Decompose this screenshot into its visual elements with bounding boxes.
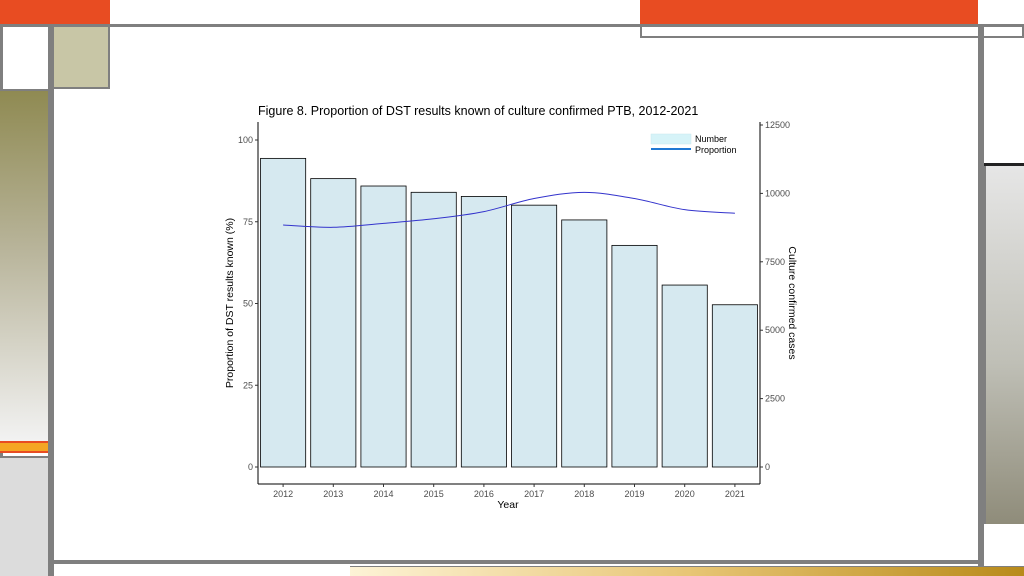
x-tick-label: 2021 <box>725 489 745 499</box>
x-tick-label: 2018 <box>574 489 594 499</box>
bar-2020 <box>661 284 708 468</box>
x-tick-label: 2019 <box>624 489 644 499</box>
x-tick-label: 2017 <box>524 489 544 499</box>
bar-2019 <box>611 244 658 468</box>
y2-tick-label: 12500 <box>765 120 790 130</box>
y-tick-label: 50 <box>243 299 253 309</box>
bar-2014 <box>360 185 407 468</box>
legend-proportion-label: Proportion <box>695 145 737 155</box>
bar-2017 <box>511 204 558 468</box>
chart: Figure 8. Proportion of DST results know… <box>224 104 798 511</box>
legend: Number Proportion <box>650 133 737 155</box>
bar-2016 <box>460 196 507 468</box>
y2-tick-label: 5000 <box>765 325 785 335</box>
x-tick-label: 2014 <box>373 489 393 499</box>
x-tick-label: 2015 <box>424 489 444 499</box>
y-tick-label: 25 <box>243 380 253 390</box>
bar-2012 <box>260 157 307 468</box>
y2-tick-label: 2500 <box>765 394 785 404</box>
x-tick-label: 2013 <box>323 489 343 499</box>
legend-number-swatch <box>650 133 692 145</box>
bar-2018 <box>561 219 608 468</box>
y2-tick-label: 7500 <box>765 257 785 267</box>
chart-title: Figure 8. Proportion of DST results know… <box>258 104 698 118</box>
bar-2015 <box>410 191 457 468</box>
x-tick-label: 2012 <box>273 489 293 499</box>
y2-tick-label: 10000 <box>765 188 790 198</box>
y-axis-title: Proportion of DST results known (%) <box>224 218 236 388</box>
bar-2013 <box>310 178 357 468</box>
y-tick-label: 0 <box>248 462 253 472</box>
x-tick-label: 2020 <box>675 489 695 499</box>
y2-tick-label: 0 <box>765 462 770 472</box>
plot-area <box>260 157 758 468</box>
bar-2021 <box>711 304 758 468</box>
legend-number-label: Number <box>695 134 727 144</box>
x-tick-label: 2016 <box>474 489 494 499</box>
y-tick-label: 75 <box>243 217 253 227</box>
y-tick-label: 100 <box>238 135 253 145</box>
y2-axis-title: Culture confirmed cases <box>786 246 798 359</box>
x-axis-title: Year <box>497 499 519 511</box>
